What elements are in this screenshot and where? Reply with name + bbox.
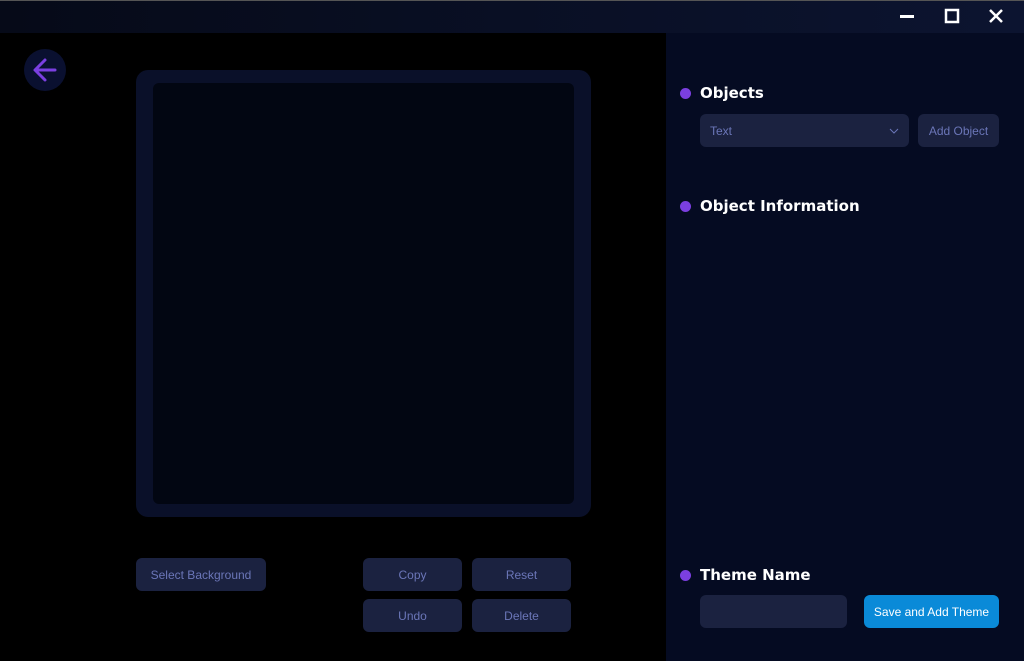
object-information-heading: Object Information: [680, 197, 860, 215]
maximize-button[interactable]: [940, 7, 964, 29]
save-and-add-theme-button[interactable]: Save and Add Theme: [864, 595, 999, 628]
theme-name-input[interactable]: [700, 595, 847, 628]
objects-heading: Objects: [680, 84, 764, 102]
title-bar: [0, 0, 1024, 33]
theme-name-title: Theme Name: [700, 566, 811, 584]
bullet-icon: [680, 87, 691, 99]
copy-button[interactable]: Copy: [363, 558, 462, 591]
chevron-down-icon: [889, 128, 899, 134]
theme-canvas[interactable]: [153, 83, 574, 504]
object-information-title: Object Information: [700, 197, 860, 215]
select-value: Text: [710, 123, 733, 138]
object-type-select[interactable]: Text: [700, 114, 909, 147]
close-button[interactable]: [984, 7, 1008, 29]
arrow-left-icon: [33, 58, 57, 82]
reset-button[interactable]: Reset: [472, 558, 571, 591]
theme-name-heading: Theme Name: [680, 566, 811, 584]
undo-button[interactable]: Undo: [363, 599, 462, 632]
select-background-button[interactable]: Select Background: [136, 558, 266, 591]
bullet-icon: [680, 569, 691, 581]
bullet-icon: [680, 200, 691, 212]
add-object-button[interactable]: Add Object: [918, 114, 999, 147]
back-button[interactable]: [24, 49, 66, 91]
delete-button[interactable]: Delete: [472, 599, 571, 632]
minimize-button[interactable]: [895, 7, 919, 29]
objects-title: Objects: [700, 84, 764, 102]
